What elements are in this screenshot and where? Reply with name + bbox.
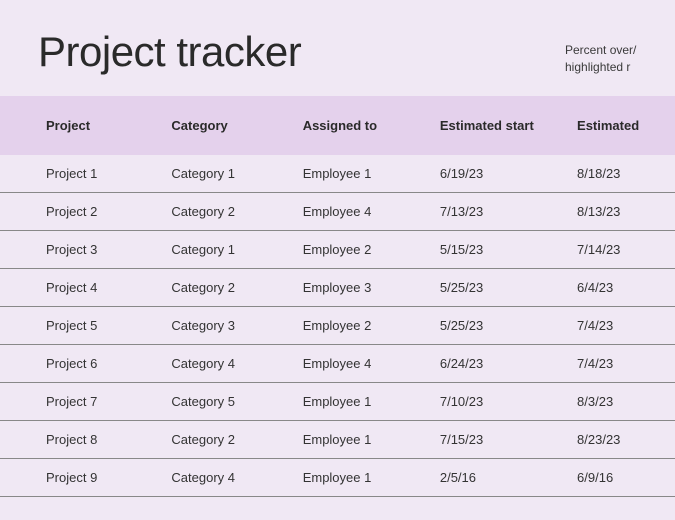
- cell-project: Project 7: [46, 394, 171, 409]
- cell-start: 7/10/23: [440, 394, 577, 409]
- table-row: Project 4Category 2Employee 35/25/236/4/…: [0, 269, 675, 307]
- cell-project: Project 9: [46, 470, 171, 485]
- cell-assigned: Employee 2: [303, 242, 440, 257]
- cell-end: 8/18/23: [577, 166, 675, 181]
- col-header-category: Category: [171, 118, 302, 133]
- cell-category: Category 4: [171, 356, 302, 371]
- cell-start: 2/5/16: [440, 470, 577, 485]
- col-header-end: Estimated: [577, 118, 675, 133]
- table-row: Project 3Category 1Employee 25/15/237/14…: [0, 231, 675, 269]
- cell-category: Category 1: [171, 242, 302, 257]
- cell-category: Category 3: [171, 318, 302, 333]
- cell-end: 8/3/23: [577, 394, 675, 409]
- cell-start: 6/19/23: [440, 166, 577, 181]
- col-header-project: Project: [46, 118, 171, 133]
- table-body: Project 1Category 1Employee 16/19/238/18…: [0, 155, 675, 497]
- cell-start: 5/25/23: [440, 318, 577, 333]
- table-row: Project 6Category 4Employee 46/24/237/4/…: [0, 345, 675, 383]
- cell-assigned: Employee 1: [303, 394, 440, 409]
- cell-category: Category 1: [171, 166, 302, 181]
- col-header-start: Estimated start: [440, 118, 577, 133]
- cell-end: 7/4/23: [577, 318, 675, 333]
- cell-project: Project 2: [46, 204, 171, 219]
- col-header-assigned: Assigned to: [303, 118, 440, 133]
- cell-project: Project 5: [46, 318, 171, 333]
- cell-end: 7/4/23: [577, 356, 675, 371]
- cell-project: Project 4: [46, 280, 171, 295]
- table-row: Project 7Category 5Employee 17/10/238/3/…: [0, 383, 675, 421]
- cell-start: 6/24/23: [440, 356, 577, 371]
- table-row: Project 8Category 2Employee 17/15/238/23…: [0, 421, 675, 459]
- page-title: Project tracker: [38, 28, 301, 76]
- subtitle-line2: highlighted r: [565, 60, 630, 74]
- cell-category: Category 4: [171, 470, 302, 485]
- cell-category: Category 2: [171, 204, 302, 219]
- cell-start: 5/25/23: [440, 280, 577, 295]
- cell-assigned: Employee 1: [303, 166, 440, 181]
- cell-assigned: Employee 3: [303, 280, 440, 295]
- cell-assigned: Employee 4: [303, 204, 440, 219]
- cell-assigned: Employee 2: [303, 318, 440, 333]
- cell-category: Category 2: [171, 280, 302, 295]
- cell-assigned: Employee 1: [303, 432, 440, 447]
- cell-end: 6/9/16: [577, 470, 675, 485]
- header: Project tracker Percent over/ highlighte…: [0, 0, 675, 96]
- table-row: Project 9Category 4Employee 12/5/166/9/1…: [0, 459, 675, 497]
- table-header-row: Project Category Assigned to Estimated s…: [0, 96, 675, 155]
- cell-end: 8/23/23: [577, 432, 675, 447]
- table-row: Project 5Category 3Employee 25/25/237/4/…: [0, 307, 675, 345]
- cell-project: Project 8: [46, 432, 171, 447]
- cell-end: 8/13/23: [577, 204, 675, 219]
- cell-category: Category 5: [171, 394, 302, 409]
- subtitle: Percent over/ highlighted r: [565, 42, 636, 76]
- cell-start: 7/13/23: [440, 204, 577, 219]
- cell-assigned: Employee 1: [303, 470, 440, 485]
- cell-start: 7/15/23: [440, 432, 577, 447]
- cell-end: 7/14/23: [577, 242, 675, 257]
- table-row: Project 1Category 1Employee 16/19/238/18…: [0, 155, 675, 193]
- cell-project: Project 6: [46, 356, 171, 371]
- table-row: Project 2Category 2Employee 47/13/238/13…: [0, 193, 675, 231]
- cell-project: Project 3: [46, 242, 171, 257]
- cell-project: Project 1: [46, 166, 171, 181]
- subtitle-line1: Percent over/: [565, 43, 636, 57]
- cell-end: 6/4/23: [577, 280, 675, 295]
- cell-assigned: Employee 4: [303, 356, 440, 371]
- project-table: Project Category Assigned to Estimated s…: [0, 96, 675, 497]
- cell-start: 5/15/23: [440, 242, 577, 257]
- cell-category: Category 2: [171, 432, 302, 447]
